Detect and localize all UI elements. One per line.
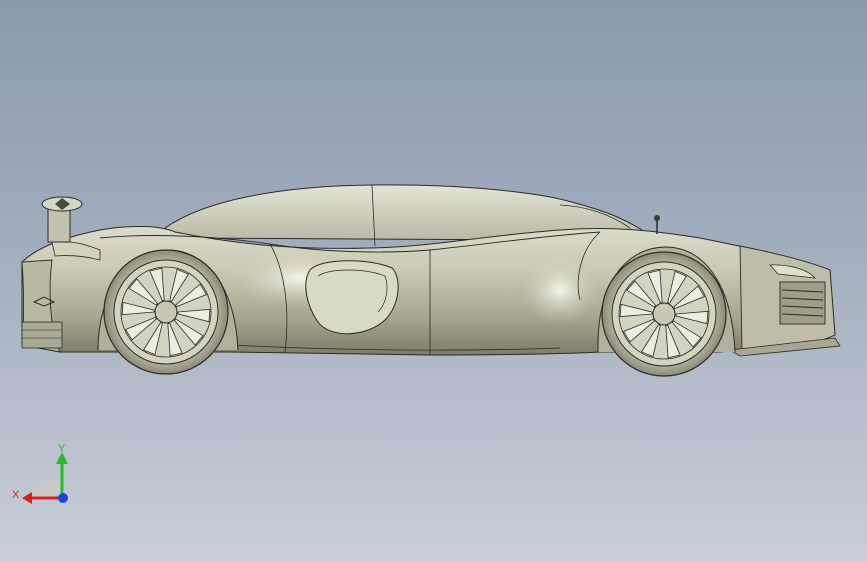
- x-axis-arrow: [22, 492, 32, 504]
- y-axis-label: Y: [58, 443, 66, 455]
- graphics-viewport[interactable]: Y X: [0, 0, 867, 562]
- triad-plane-shade: [30, 479, 62, 498]
- front-grille: [779, 281, 826, 325]
- antenna-tip: [654, 215, 660, 221]
- z-axis-dot: [58, 493, 68, 503]
- front-wheel: [601, 251, 727, 377]
- rear-diffuser: [21, 321, 63, 349]
- x-axis-label: X: [12, 489, 20, 501]
- body-highlight: [520, 255, 600, 325]
- rear-tower: [47, 207, 71, 243]
- rear-wheel: [103, 249, 229, 375]
- car-model[interactable]: [0, 0, 867, 562]
- coordinate-triad: Y X: [12, 443, 68, 504]
